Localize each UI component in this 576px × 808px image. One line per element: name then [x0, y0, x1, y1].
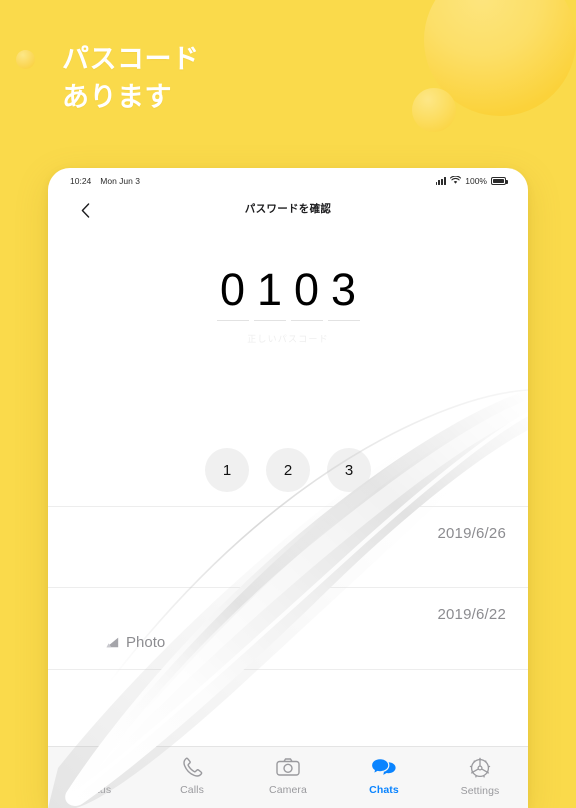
chat-date: 2019/6/26	[437, 525, 506, 542]
tab-label: Calls	[180, 784, 204, 796]
chat-date: 2019/6/22	[437, 606, 506, 623]
nav-title: パスワードを確認	[244, 203, 332, 215]
photo-icon	[106, 637, 119, 648]
passcode-hint: 正しいパスコード	[247, 334, 329, 344]
navigation-bar: パスワードを確認	[48, 194, 528, 228]
tab-label: Settings	[460, 785, 500, 797]
gear-icon	[469, 757, 491, 778]
device-mockup: 10:24 Mon Jun 3 100% パスワードを確認 0 1 0 3 正し…	[48, 168, 528, 808]
decorative-circle-tiny	[16, 50, 35, 69]
decorative-circle-small	[412, 88, 456, 132]
tab-status[interactable]: Status	[48, 755, 144, 796]
list-item[interactable]: 2019/6/26	[48, 506, 528, 588]
wifi-icon	[450, 175, 462, 187]
keypad: 1 2 3	[48, 448, 528, 492]
status-bar: 10:24 Mon Jun 3 100%	[48, 168, 528, 194]
page-title: パスコード あります	[62, 44, 200, 112]
tab-bar: Status Calls Camera Chats Settings	[48, 746, 528, 808]
passcode-digit-group: 0 1 0 3	[216, 264, 360, 321]
status-bar-date: Mon Jun 3	[100, 176, 140, 186]
passcode-digit: 3	[327, 264, 360, 321]
list-item[interactable]: 2019/6/22 Photo	[48, 588, 528, 670]
passcode-digit: 0	[216, 264, 249, 321]
chat-preview-label: Photo	[126, 634, 166, 651]
passcode-digit: 1	[253, 264, 286, 321]
status-bar-time: 10:24	[70, 176, 92, 186]
passcode-digit: 0	[290, 264, 323, 321]
battery-icon	[491, 177, 508, 185]
passcode-display: 0 1 0 3 正しいパスコード	[48, 264, 528, 345]
tab-settings[interactable]: Settings	[432, 755, 528, 797]
tab-chats[interactable]: Chats	[336, 755, 432, 796]
tab-label: Camera	[269, 784, 307, 796]
keypad-key-3[interactable]: 3	[327, 448, 371, 492]
chat-preview: Photo	[106, 634, 165, 651]
keypad-key-1[interactable]: 1	[205, 448, 249, 492]
keypad-key-2[interactable]: 2	[266, 448, 310, 492]
battery-percent-label: 100%	[465, 176, 487, 186]
tab-calls[interactable]: Calls	[144, 755, 240, 796]
chat-list: 2019/6/26 2019/6/22 Photo	[48, 506, 528, 670]
tab-camera[interactable]: Camera	[240, 755, 336, 796]
tab-label: Status	[80, 784, 112, 796]
signal-bars-icon	[435, 177, 447, 185]
tab-label: Chats	[369, 784, 399, 796]
